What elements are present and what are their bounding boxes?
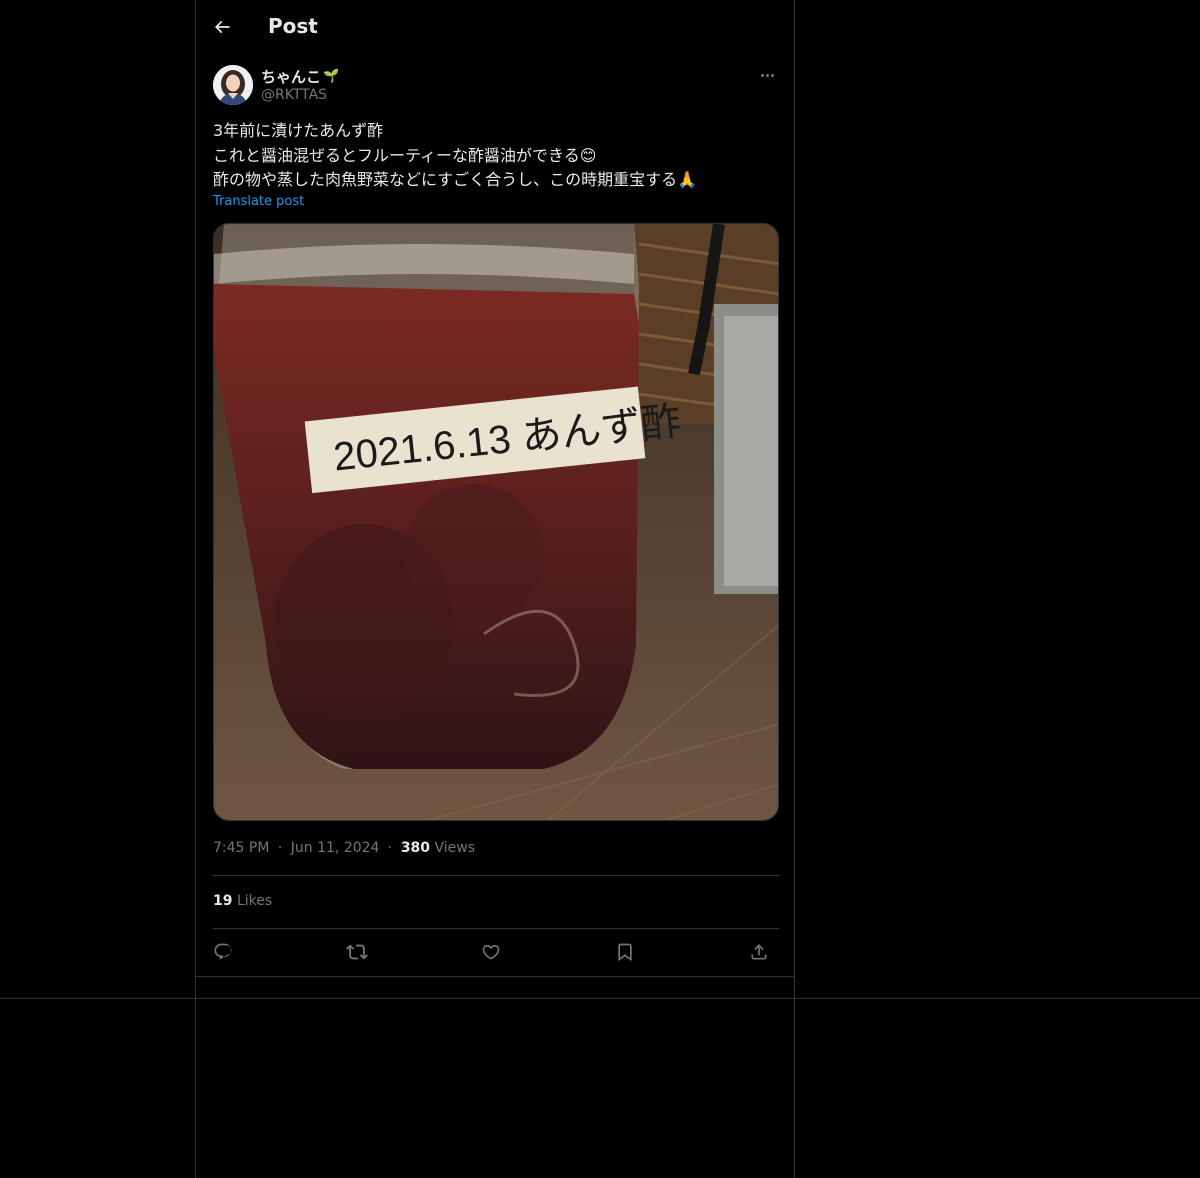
repost-icon [346, 944, 368, 960]
bookmark-icon [618, 943, 632, 962]
reply-button[interactable] [210, 939, 236, 965]
post-text: 3年前に漬けたあんず酢 これと醤油混ぜるとフルーティーな酢醤油ができる😊 酢の物… [213, 119, 779, 193]
more-dot [760, 73, 764, 77]
meta-separator: · [277, 840, 283, 856]
likes-label: Likes [236, 893, 273, 909]
share-icon [751, 944, 767, 960]
post-text-line: 酢の物や蒸した肉魚野菜などにすごく合うし、この時期重宝する🙏 [213, 170, 698, 189]
bookmark-button[interactable] [612, 939, 638, 965]
post-time[interactable]: 7:45 PM [213, 840, 269, 856]
meta-separator: · [387, 840, 393, 856]
page-title: Post [268, 14, 318, 38]
views-count: 380 [400, 840, 431, 856]
likes-stat[interactable]: 19 Likes [213, 893, 272, 909]
display-name-text: ちゃんこ [261, 68, 322, 86]
arrow-left-icon [214, 20, 230, 34]
share-button[interactable] [746, 939, 772, 965]
divider [196, 976, 794, 977]
post-author: ちゃんこ 🌱 @RKTTAS [213, 65, 779, 107]
translate-post-link[interactable]: Translate post [213, 194, 304, 209]
more-dot [770, 73, 774, 77]
post-image[interactable]: 2021.6.13 あんず酢 [213, 223, 779, 821]
like-button[interactable] [478, 939, 504, 965]
more-dot [765, 73, 769, 77]
like-icon [482, 944, 500, 960]
views-label: Views [434, 840, 476, 856]
post-meta: 7:45 PM · Jun 11, 2024 · 380 Views [213, 840, 475, 856]
divider [213, 875, 779, 876]
reply-icon [214, 943, 232, 960]
divider [213, 928, 779, 929]
action-bar [213, 935, 779, 969]
user-handle[interactable]: @RKTTAS [261, 87, 327, 103]
likes-count: 19 [213, 893, 233, 909]
more-options-button[interactable] [755, 65, 779, 85]
display-name[interactable]: ちゃんこ 🌱 [261, 66, 339, 87]
back-button[interactable] [206, 11, 238, 43]
post-text-line: これと醤油混ぜるとフルーティーな酢醤油ができる😊 [213, 145, 597, 165]
post-text-line: 3年前に漬けたあんず酢 [213, 121, 384, 140]
top-bar: Post [196, 0, 794, 54]
post-column: Post ちゃんこ 🌱 @RKTTAS 3年前に漬けたあんず酢 これと醤油混ぜる… [195, 0, 795, 1178]
sprout-emoji: 🌱 [323, 69, 340, 84]
post-date[interactable]: Jun 11, 2024 [291, 840, 380, 856]
avatar[interactable] [213, 65, 253, 105]
repost-button[interactable] [344, 939, 370, 965]
divider [0, 998, 1200, 999]
